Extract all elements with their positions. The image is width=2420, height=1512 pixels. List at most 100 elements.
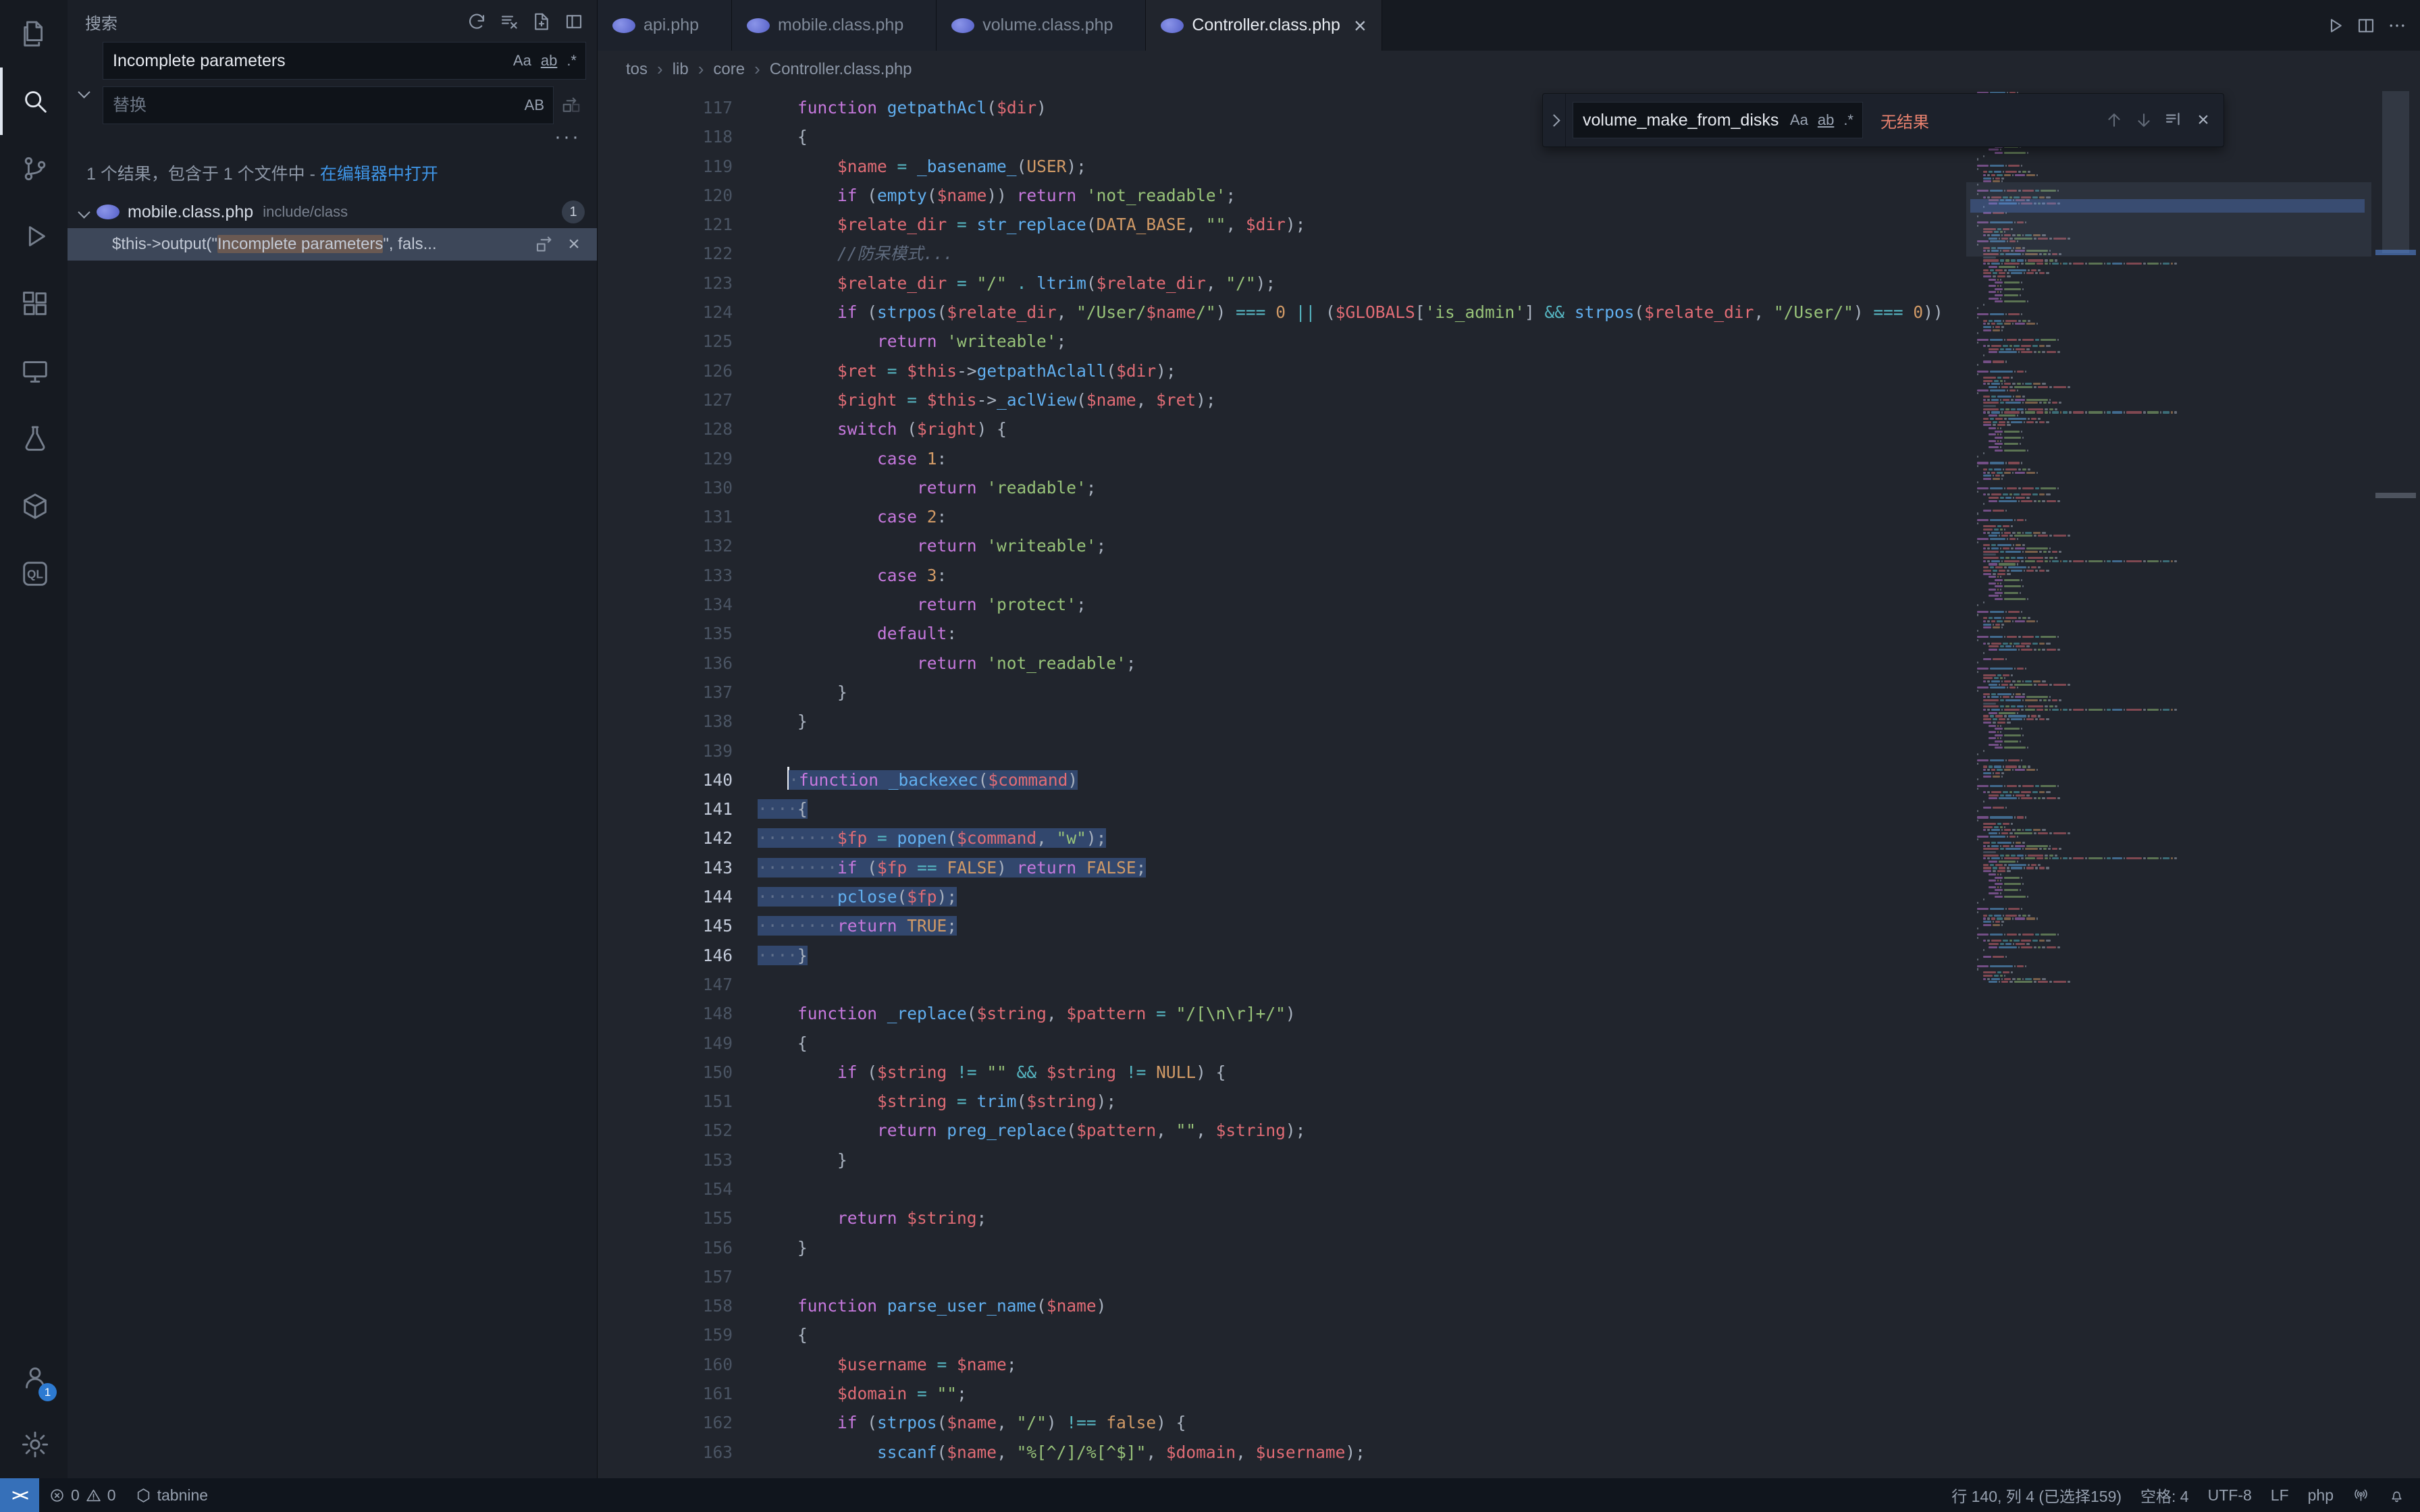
code-line[interactable]: 134 return 'protect';	[598, 590, 1966, 619]
file-result-row[interactable]: mobile.class.php include/class 1	[68, 196, 597, 228]
line-number[interactable]: 117	[598, 93, 733, 122]
code-line[interactable]: 154	[598, 1174, 1966, 1204]
line-number[interactable]: 159	[598, 1320, 733, 1349]
remote-indicator[interactable]: ><	[0, 1478, 39, 1512]
tab-volume.class.php[interactable]: volume.class.php	[937, 0, 1146, 51]
code-line[interactable]: 146····}	[598, 941, 1966, 970]
line-number[interactable]: 136	[598, 649, 733, 678]
line-number[interactable]: 123	[598, 269, 733, 298]
code-line[interactable]: 120 if (empty($name)) return 'not_readab…	[598, 181, 1966, 210]
ports-status[interactable]	[2343, 1478, 2379, 1512]
line-number[interactable]: 129	[598, 444, 733, 473]
line-number[interactable]: 125	[598, 327, 733, 356]
line-number[interactable]: 128	[598, 414, 733, 443]
editor-scrollbar[interactable]	[2371, 88, 2420, 1478]
sidebar-item-extensions[interactable]	[0, 270, 68, 338]
close-find-widget-button[interactable]: ×	[2188, 105, 2218, 135]
language-status[interactable]: php	[2298, 1478, 2343, 1512]
new-search-editor-button[interactable]	[527, 7, 556, 36]
cursor-position-status[interactable]: 行 140, 列 4 (已选择159)	[1942, 1478, 2131, 1512]
dismiss-match-button[interactable]: ×	[559, 230, 589, 259]
code-line[interactable]: 143········if ($fp == FALSE) return FALS…	[598, 853, 1966, 882]
line-number[interactable]: 163	[598, 1438, 733, 1467]
toggle-replace-button[interactable]	[1543, 94, 1566, 146]
line-number[interactable]: 147	[598, 970, 733, 999]
code-line[interactable]: 152 return preg_replace($pattern, "", $s…	[598, 1116, 1966, 1145]
line-number[interactable]: 124	[598, 298, 733, 327]
code-line[interactable]: 148 function _replace($string, $pattern …	[598, 999, 1966, 1028]
code-line[interactable]: 144········pclose($fp);	[598, 882, 1966, 911]
code-line[interactable]: 121 $relate_dir = str_replace(DATA_BASE,…	[598, 210, 1966, 239]
refresh-button[interactable]	[462, 7, 492, 36]
minimap-slider[interactable]	[1966, 182, 2371, 256]
settings-button[interactable]	[0, 1411, 68, 1478]
next-match-button[interactable]	[2129, 105, 2159, 135]
line-number[interactable]: 151	[598, 1087, 733, 1116]
sidebar-item-remote-explorer[interactable]	[0, 338, 68, 405]
open-in-editor-link[interactable]: 在编辑器中打开	[320, 165, 438, 184]
code-line[interactable]: 151 $string = trim($string);	[598, 1087, 1966, 1116]
toggle-replace-button[interactable]	[70, 72, 97, 112]
line-number[interactable]: 161	[598, 1379, 733, 1408]
line-number[interactable]: 155	[598, 1204, 733, 1233]
code-line[interactable]: 123 $relate_dir = "/" . ltrim($relate_di…	[598, 269, 1966, 298]
code-line[interactable]: 139	[598, 736, 1966, 765]
line-number[interactable]: 160	[598, 1350, 733, 1379]
code-line[interactable]: 130 return 'readable';	[598, 473, 1966, 502]
code-line[interactable]: 145········return TRUE;	[598, 911, 1966, 940]
tab-Controller.class.php[interactable]: Controller.class.php×	[1146, 0, 1382, 51]
encoding-status[interactable]: UTF-8	[2199, 1478, 2261, 1512]
clear-results-button[interactable]	[494, 7, 524, 36]
tabnine-status[interactable]: tabnine	[126, 1478, 217, 1512]
line-number[interactable]: 145	[598, 911, 733, 940]
line-number[interactable]: 157	[598, 1262, 733, 1291]
line-number[interactable]: 121	[598, 210, 733, 239]
line-number[interactable]: 149	[598, 1029, 733, 1058]
code-line[interactable]: 124 if (strpos($relate_dir, "/User/$name…	[598, 298, 1966, 327]
line-number[interactable]: 135	[598, 619, 733, 648]
code-line[interactable]: 159 {	[598, 1320, 1966, 1349]
code-line[interactable]: 160 $username = $name;	[598, 1350, 1966, 1379]
notifications-button[interactable]	[2379, 1478, 2415, 1512]
line-number[interactable]: 130	[598, 473, 733, 502]
line-number[interactable]: 146	[598, 941, 733, 970]
line-number[interactable]: 126	[598, 356, 733, 385]
code-line[interactable]: 131 case 2:	[598, 502, 1966, 531]
breadcrumb-item[interactable]: core	[713, 60, 745, 79]
previous-match-button[interactable]	[2099, 105, 2129, 135]
code-line[interactable]: 157	[598, 1262, 1966, 1291]
line-number[interactable]: 132	[598, 531, 733, 560]
line-number[interactable]: 148	[598, 999, 733, 1028]
find-input[interactable]	[1583, 111, 1785, 130]
line-number[interactable]: 156	[598, 1233, 733, 1262]
code-line[interactable]: 142········$fp = popen($command, "w");	[598, 824, 1966, 853]
line-number[interactable]: 137	[598, 678, 733, 707]
code-line[interactable]: 129 case 1:	[598, 444, 1966, 473]
line-number[interactable]: 127	[598, 385, 733, 414]
line-number[interactable]: 142	[598, 824, 733, 853]
scrollbar-thumb[interactable]	[2382, 91, 2409, 253]
line-number[interactable]: 141	[598, 794, 733, 824]
sidebar-item-packages[interactable]	[0, 473, 68, 540]
preserve-case-toggle[interactable]: AB	[520, 95, 549, 115]
code-line[interactable]: 156 }	[598, 1233, 1966, 1262]
match-result-row[interactable]: $this->output("Incomplete parameters", f…	[68, 228, 597, 261]
breadcrumb-item[interactable]: lib	[673, 60, 689, 79]
code-lines[interactable]: 117 function getpathAcl($dir)118 {119 $n…	[598, 88, 1966, 1478]
code-line[interactable]: 153 }	[598, 1145, 1966, 1174]
line-number[interactable]: 139	[598, 736, 733, 765]
line-number[interactable]: 134	[598, 590, 733, 619]
toggle-search-details-button[interactable]: ···	[554, 127, 581, 147]
whole-word-toggle[interactable]: ab	[536, 51, 562, 71]
code-line[interactable]: 149 {	[598, 1029, 1966, 1058]
code-line[interactable]: 137 }	[598, 678, 1966, 707]
problems-status[interactable]: 0 0	[39, 1478, 126, 1512]
code-line[interactable]: 128 switch ($right) {	[598, 414, 1966, 443]
code-line[interactable]: 119 $name = _basename_(USER);	[598, 152, 1966, 181]
code-line[interactable]: 147	[598, 970, 1966, 999]
sidebar-item-codeql[interactable]: QL	[0, 540, 68, 608]
code-line[interactable]: 161 $domain = "";	[598, 1379, 1966, 1408]
line-number[interactable]: 140	[598, 765, 733, 794]
line-number[interactable]: 154	[598, 1174, 733, 1204]
search-input[interactable]	[113, 51, 508, 71]
